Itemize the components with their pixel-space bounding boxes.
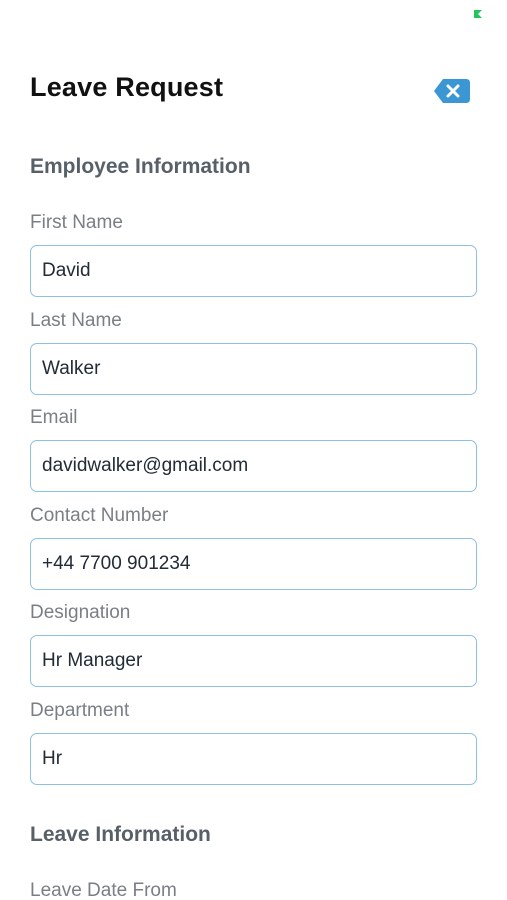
last-name-label: Last Name (30, 310, 122, 331)
leave-date-from-label: Leave Date From (30, 880, 177, 900)
email-field[interactable] (30, 440, 477, 492)
section-title-employee-information: Employee Information (30, 155, 251, 178)
department-field[interactable] (30, 733, 477, 785)
last-name-field[interactable] (30, 343, 477, 395)
status-indicator-icon (474, 10, 482, 18)
first-name-label: First Name (30, 212, 123, 233)
designation-label: Designation (30, 602, 131, 623)
department-label: Department (30, 700, 130, 721)
designation-field[interactable] (30, 635, 477, 687)
contact-number-field[interactable] (30, 538, 477, 590)
close-icon (434, 79, 470, 103)
page-title: Leave Request (30, 72, 224, 102)
contact-number-label: Contact Number (30, 505, 169, 526)
section-title-leave-information: Leave Information (30, 823, 211, 846)
email-label: Email (30, 407, 78, 428)
first-name-field[interactable] (30, 245, 477, 297)
form-header: Leave Request (30, 68, 477, 108)
leave-request-form: Leave Request Employee Information First… (0, 0, 507, 900)
close-button[interactable] (433, 78, 471, 104)
